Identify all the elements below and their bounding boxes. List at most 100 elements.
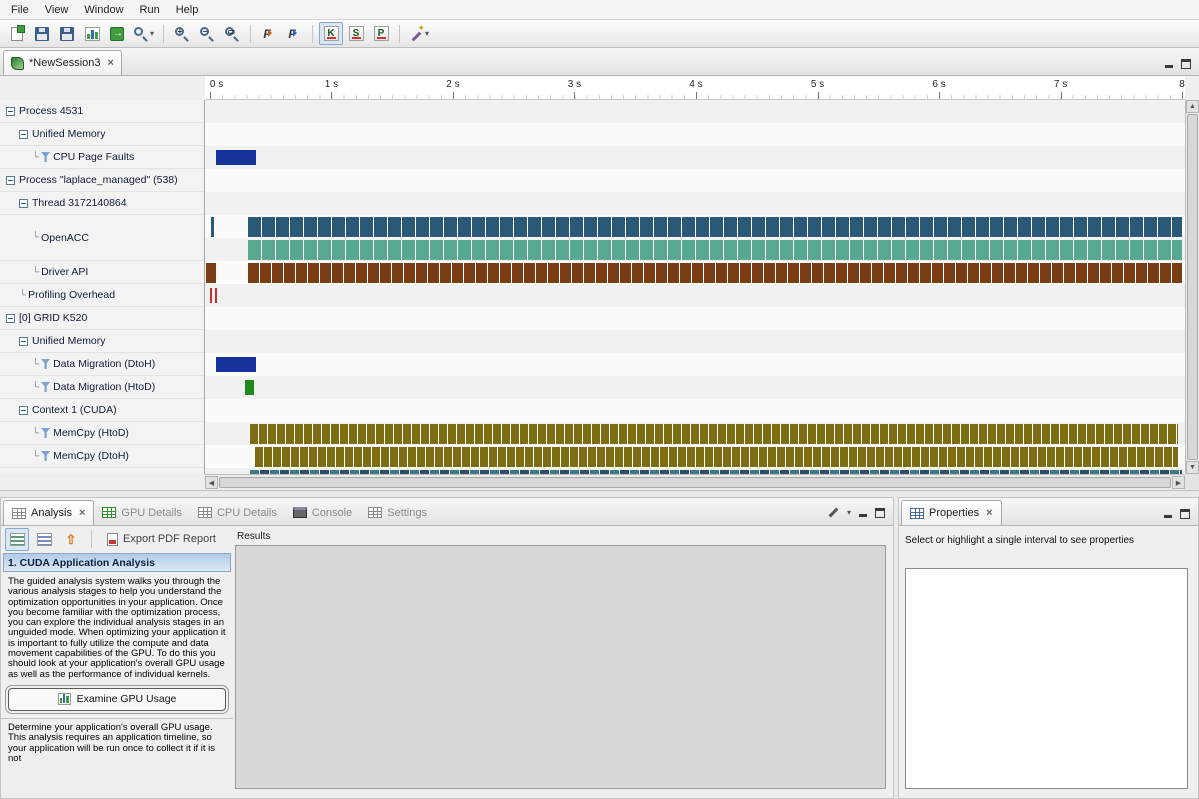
collapse-icon[interactable] <box>6 176 15 185</box>
menu-file[interactable]: File <box>3 2 37 18</box>
tab-console[interactable]: Console <box>285 500 360 525</box>
tab-analysis[interactable]: Analysis× <box>3 500 94 525</box>
collapse-icon[interactable] <box>6 314 15 323</box>
tab-settings[interactable]: Settings <box>360 500 435 525</box>
collapse-icon[interactable] <box>19 130 28 139</box>
filter-icon[interactable] <box>41 359 50 369</box>
timeline-bar[interactable] <box>210 288 212 303</box>
timeline-row[interactable] <box>205 307 1185 330</box>
tree-row-unified-memory[interactable]: Unified Memory <box>0 123 204 146</box>
run-analysis-button[interactable]: ▾ <box>406 22 432 45</box>
scroll-left-icon[interactable]: ◀ <box>205 476 218 489</box>
timeline-row[interactable] <box>205 284 1185 307</box>
scroll-down-icon[interactable]: ▼ <box>1186 461 1199 474</box>
process-view-button[interactable]: P <box>369 22 393 45</box>
tree-row-profiling-overhead[interactable]: └Profiling Overhead <box>0 284 204 307</box>
close-icon[interactable]: × <box>986 507 992 519</box>
filter-icon[interactable] <box>41 152 50 162</box>
timeline-row[interactable] <box>205 353 1185 376</box>
collapse-button[interactable]: ⇧ <box>59 528 83 551</box>
zoom-fit-button[interactable]: ▭ <box>220 22 244 45</box>
timeline-bar[interactable] <box>248 263 1182 283</box>
tree-row-data-migration-htod-[interactable]: └Data Migration (HtoD) <box>0 376 204 399</box>
tree-row-context-1-cuda-[interactable]: Context 1 (CUDA) <box>0 399 204 422</box>
tree-row--0-grid-k520[interactable]: [0] GRID K520 <box>0 307 204 330</box>
timeline-bar[interactable] <box>255 447 1178 467</box>
tree-row-process-laplace-managed-538-[interactable]: Process "laplace_managed" (538) <box>0 169 204 192</box>
show-chart-button[interactable] <box>80 22 104 45</box>
vertical-scroll-thumb[interactable] <box>1187 114 1198 460</box>
timeline-row[interactable] <box>205 146 1185 169</box>
horizontal-scroll-thumb[interactable] <box>219 477 1171 488</box>
scroll-right-icon[interactable]: ▶ <box>1172 476 1185 489</box>
timeline-bar[interactable] <box>211 217 214 237</box>
maximize-icon[interactable] <box>1181 59 1191 69</box>
timeline-bar[interactable] <box>216 150 256 165</box>
prev-marker-button[interactable]: F <box>257 22 281 45</box>
guided-analysis-button[interactable] <box>5 528 29 551</box>
vertical-scrollbar[interactable]: ▲ ▼ <box>1185 100 1199 474</box>
timeline-row[interactable] <box>205 399 1185 422</box>
timeline-row[interactable] <box>205 215 1185 261</box>
menu-window[interactable]: Window <box>76 2 131 18</box>
timeline-bar[interactable] <box>248 240 1182 260</box>
timeline-bar[interactable] <box>250 424 1178 444</box>
zoom-in-button[interactable]: + <box>170 22 194 45</box>
tree-row-data-migration-dtoh-[interactable]: └Data Migration (DtoH) <box>0 353 204 376</box>
tab-cpu-details[interactable]: CPU Details <box>190 500 285 525</box>
menu-view[interactable]: View <box>37 2 77 18</box>
collapse-icon[interactable] <box>19 199 28 208</box>
chevron-down-icon[interactable]: ▾ <box>425 29 429 38</box>
minimize-icon[interactable] <box>1163 509 1173 519</box>
save-session-button[interactable] <box>30 22 54 45</box>
export-profile-button[interactable] <box>105 22 129 45</box>
minimize-icon[interactable] <box>1164 59 1174 69</box>
menu-run[interactable]: Run <box>132 2 168 18</box>
collapse-icon[interactable] <box>19 406 28 415</box>
chevron-down-icon[interactable]: ▾ <box>847 508 851 517</box>
zoom-out-button[interactable]: − <box>195 22 219 45</box>
tree-row-process-4531[interactable]: Process 4531 <box>0 100 204 123</box>
tree-row-cpu-page-faults[interactable]: └CPU Page Faults <box>0 146 204 169</box>
tree-row-openacc[interactable]: └OpenACC <box>0 215 204 261</box>
tab-gpu-details[interactable]: GPU Details <box>94 500 190 525</box>
collapse-icon[interactable] <box>6 107 15 116</box>
export-pdf-button[interactable]: Export PDF Report <box>100 530 223 549</box>
timeline-bar[interactable] <box>245 380 254 395</box>
filter-icon[interactable] <box>41 451 50 461</box>
view-menu-icon[interactable] <box>827 506 840 519</box>
timeline-bar[interactable] <box>248 217 1182 237</box>
timeline-row[interactable] <box>205 261 1185 284</box>
timeline-row[interactable] <box>205 123 1185 146</box>
session-tab[interactable]: *NewSession3 × <box>3 50 122 75</box>
filter-icon[interactable] <box>41 428 50 438</box>
timeline-row[interactable] <box>205 169 1185 192</box>
timeline-row[interactable] <box>205 445 1185 468</box>
tree-row-unified-memory[interactable]: Unified Memory <box>0 330 204 353</box>
new-session-button[interactable] <box>5 22 29 45</box>
timeline-row[interactable] <box>205 376 1185 399</box>
scroll-up-icon[interactable]: ▲ <box>1186 100 1199 113</box>
stream-view-button[interactable]: S <box>344 22 368 45</box>
tree-row-memcpy-htod-[interactable]: └MemCpy (HtoD) <box>0 422 204 445</box>
timeline-bar[interactable] <box>216 357 256 372</box>
tree-row-driver-api[interactable]: └Driver API <box>0 261 204 284</box>
timeline-row[interactable] <box>205 330 1185 353</box>
maximize-icon[interactable] <box>875 508 885 518</box>
timeline-row[interactable] <box>205 100 1185 123</box>
timeline-bar[interactable] <box>206 263 216 283</box>
timeline-row[interactable] <box>205 422 1185 445</box>
timeline-ruler[interactable]: 0 s1 s2 s3 s4 s5 s6 s7 s8 <box>205 76 1185 100</box>
minimize-icon[interactable] <box>858 508 868 518</box>
tree-row-memcpy-dtoh-[interactable]: └MemCpy (DtoH) <box>0 445 204 468</box>
maximize-icon[interactable] <box>1180 509 1190 519</box>
timeline-tracks[interactable] <box>205 100 1185 474</box>
close-icon[interactable]: × <box>79 507 85 519</box>
kernel-view-button[interactable]: K <box>319 22 343 45</box>
timeline-bar[interactable] <box>215 288 217 303</box>
tree-row-compute[interactable]: Compute <box>0 468 204 474</box>
search-button[interactable]: ▾ <box>130 22 157 45</box>
close-icon[interactable]: × <box>108 57 114 69</box>
tab-properties[interactable]: Properties × <box>901 500 1002 525</box>
chevron-down-icon[interactable]: ▾ <box>150 29 154 38</box>
